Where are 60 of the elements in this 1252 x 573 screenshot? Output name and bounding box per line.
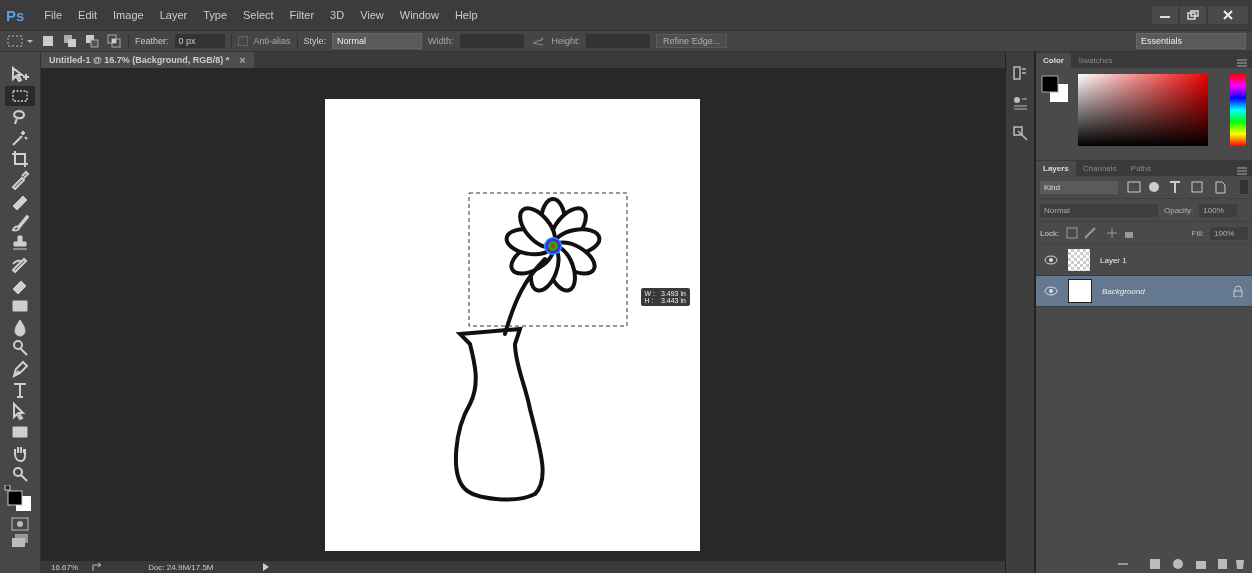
menu-item[interactable]: Window: [391, 9, 447, 21]
color-swatches-icon[interactable]: [1040, 74, 1070, 104]
hue-spectrum: [1230, 74, 1246, 146]
height-label: Height:: [551, 36, 581, 46]
opacity-field[interactable]: 100%: [1199, 203, 1238, 217]
anti-alias-label: Anti-alias: [253, 36, 291, 46]
panel-tab[interactable]: Color: [1036, 53, 1071, 68]
subtract-selection-icon[interactable]: [84, 33, 100, 49]
restore-button[interactable]: [1180, 6, 1206, 24]
app-logo: Ps: [6, 6, 25, 24]
close-icon: [1222, 10, 1234, 20]
layer-thumbnail: [1068, 279, 1092, 303]
menu-item[interactable]: File: [36, 9, 71, 21]
document-tab[interactable]: Untitled-1 @ 16.7% (Background, RGB/8) * ×: [41, 52, 254, 68]
marquee-tool-icon[interactable]: [5, 86, 35, 106]
lock-options-icons[interactable]: [1065, 226, 1136, 240]
minimize-button[interactable]: [1152, 6, 1178, 24]
fill-label: Fill:: [1191, 228, 1204, 238]
visibility-eye-icon[interactable]: [1044, 255, 1058, 265]
fill-field[interactable]: 100%: [1210, 226, 1248, 240]
history-panel-icon[interactable]: [1011, 64, 1029, 82]
filter-dropdown[interactable]: Kind: [1040, 180, 1118, 194]
menu-item[interactable]: Type: [195, 9, 236, 21]
new-selection-icon[interactable]: [40, 33, 56, 49]
menu-item[interactable]: Image: [105, 9, 152, 21]
style-dropdown[interactable]: Normal: [332, 33, 423, 49]
workspace-dropdown[interactable]: Essentials: [1136, 33, 1246, 49]
play-icon[interactable]: [262, 562, 271, 572]
add-selection-icon[interactable]: [62, 33, 78, 49]
menu-item[interactable]: View: [352, 9, 392, 21]
panel-tab[interactable]: Layers: [1036, 161, 1076, 176]
visibility-eye-icon[interactable]: [1044, 286, 1058, 296]
close-tab-icon[interactable]: ×: [239, 54, 246, 66]
feather-label: Feather:: [135, 36, 169, 46]
lock-label: Lock:: [1040, 228, 1060, 238]
feather-field[interactable]: 0 px: [174, 34, 225, 48]
zoom-level: 16.67%: [51, 562, 79, 572]
color-spectrum[interactable]: [1078, 74, 1208, 146]
close-button[interactable]: [1208, 6, 1248, 24]
style-label: Style:: [303, 36, 327, 46]
width-label: Width:: [428, 36, 454, 46]
menu-item[interactable]: Select: [235, 9, 282, 21]
menu-item[interactable]: Filter: [281, 9, 323, 21]
layer-row[interactable]: Background: [1036, 276, 1252, 307]
menu-item[interactable]: Layer: [151, 9, 196, 21]
layer-thumbnail: [1068, 249, 1090, 271]
opacity-label: Opacity:: [1164, 205, 1194, 215]
layer-name: Layer 1: [1100, 255, 1128, 265]
layer-actions-icons[interactable]: [1116, 557, 1246, 571]
document-title: Untitled-1 @ 16.7% (Background, RGB/8) *: [49, 55, 230, 65]
menu-item[interactable]: Edit: [70, 9, 106, 21]
quick-mask-icon[interactable]: [10, 516, 30, 532]
intersect-selection-icon[interactable]: [106, 33, 122, 49]
menu-item[interactable]: Help: [446, 9, 486, 21]
document-size: Doc: 24.9M/17.5M: [148, 562, 215, 572]
properties-panel-icon[interactable]: [1011, 94, 1029, 112]
screen-mode-icon[interactable]: [10, 533, 30, 549]
restore-icon: [1187, 10, 1199, 20]
menu-item[interactable]: 3D: [322, 9, 353, 21]
layer-name: Background: [1102, 286, 1146, 296]
